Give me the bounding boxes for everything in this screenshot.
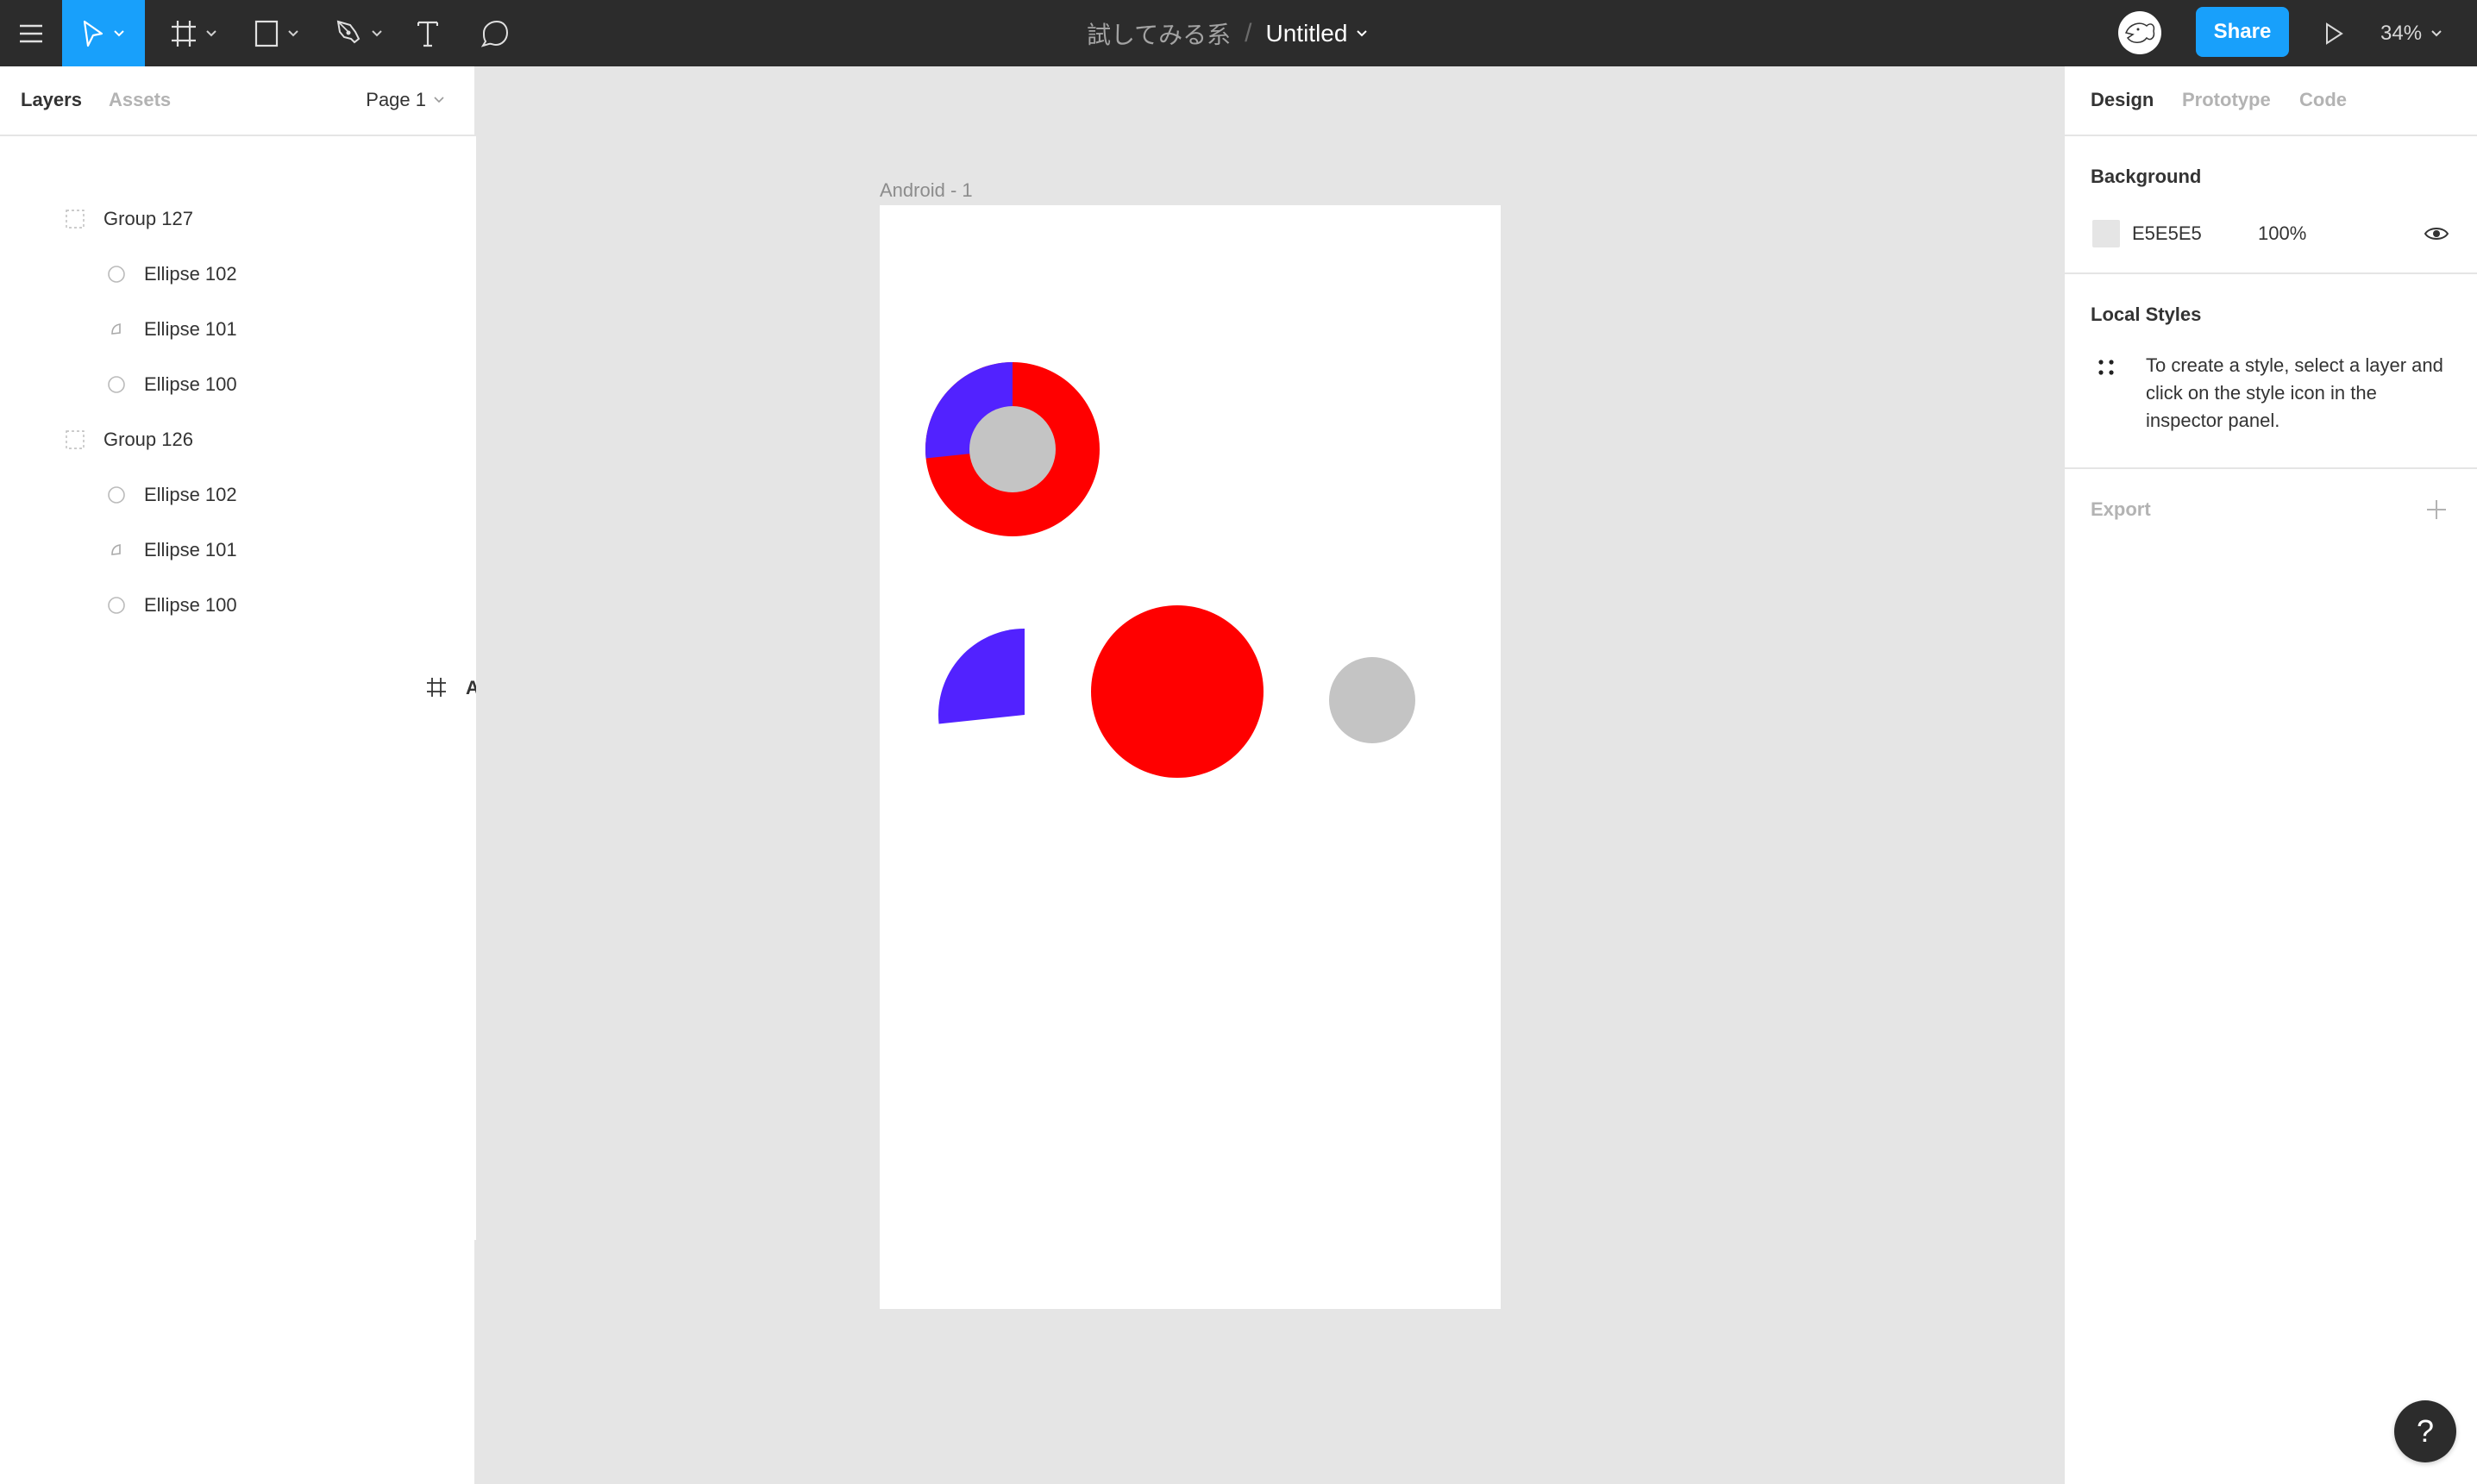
right-panel-tabs: Design Prototype Code (2065, 66, 2477, 136)
arc-icon (105, 539, 128, 561)
play-icon (2326, 22, 2343, 45)
frame-hash-icon (172, 20, 196, 47)
layer-label: Ellipse 102 (144, 263, 237, 285)
text-icon (417, 21, 438, 47)
layer-label: Ellipse 100 (144, 594, 237, 616)
layer-label: Group 127 (103, 208, 193, 229)
layers-panel: Layers Assets Page 1 Android - 1 Group 1… (0, 66, 1025, 1484)
group-126[interactable] (938, 605, 1415, 778)
red-circle-ellipse[interactable] (1091, 605, 1264, 778)
zoom-level-dropdown[interactable]: 34% (2380, 0, 2443, 66)
layer-label: Group 126 (103, 429, 193, 450)
layer-label: Ellipse 101 (144, 539, 237, 560)
layer-row-ellipse-102[interactable]: Ellipse 102 (0, 247, 474, 302)
layer-label: Ellipse 102 (144, 484, 237, 505)
comment-tool-button[interactable] (473, 0, 517, 66)
tab-prototype[interactable]: Prototype (2182, 89, 2271, 111)
chevron-down-icon[interactable] (1356, 29, 1368, 38)
background-title: Background (2091, 166, 2202, 187)
design-panel: Design Prototype Code Background E5E5E5 … (2063, 66, 2477, 1484)
layer-row-ellipse-100[interactable]: Ellipse 100 (0, 357, 474, 412)
group-dashed-icon (64, 208, 86, 230)
tab-assets[interactable]: Assets (109, 89, 171, 111)
project-name[interactable]: 試してみる系 (1087, 16, 1231, 51)
ellipse-icon (105, 263, 128, 285)
hamburger-icon (20, 24, 42, 42)
cursor-arrow-icon (83, 20, 103, 47)
local-styles-section: Local Styles To create a style, select a… (2065, 274, 2477, 469)
tab-layers[interactable]: Layers (21, 89, 82, 111)
ellipse-icon (105, 373, 128, 396)
user-avatar[interactable] (2118, 11, 2161, 54)
ellipse-icon (105, 594, 128, 617)
pen-tool-button[interactable] (328, 0, 392, 66)
layer-row-ellipse-101[interactable]: Ellipse 101 (0, 523, 474, 578)
pen-icon (336, 20, 361, 43)
styles-grid-icon (2098, 360, 2114, 375)
layer-label: Ellipse 100 (144, 373, 237, 395)
gray-circle-ellipse[interactable] (1329, 657, 1415, 743)
background-opacity-input[interactable]: 100% (2258, 222, 2306, 245)
layer-row-group-127[interactable]: Group 127 (0, 191, 474, 247)
arc-icon (105, 318, 128, 341)
layer-row-group-126[interactable]: Group 126 (0, 412, 474, 467)
chevron-down-icon (288, 29, 298, 36)
slice-arc-shape[interactable] (938, 629, 1025, 724)
group-dashed-icon (64, 429, 86, 451)
chevron-down-icon (434, 97, 444, 103)
local-styles-hint: To create a style, select a layer and cl… (2146, 354, 2443, 431)
group-127[interactable] (925, 362, 1100, 536)
file-name[interactable]: Untitled (1266, 20, 1348, 47)
eye-icon[interactable] (2424, 224, 2449, 243)
shape-tool-button[interactable] (247, 0, 307, 66)
chevron-down-icon (372, 29, 382, 36)
help-button[interactable]: ? (2394, 1400, 2456, 1462)
rectangle-icon (254, 20, 279, 47)
export-title: Export (2091, 498, 2151, 520)
layer-row-ellipse-100[interactable]: Ellipse 100 (0, 578, 474, 633)
local-styles-title: Local Styles (2091, 304, 2202, 325)
canvas[interactable]: Android - 1 (476, 66, 2063, 1484)
title-separator: / (1245, 18, 1252, 47)
layer-row-ellipse-101[interactable]: Ellipse 101 (0, 302, 474, 357)
share-button[interactable]: Share (2196, 7, 2289, 57)
chevron-down-icon (206, 29, 216, 36)
layer-row-ellipse-102[interactable]: Ellipse 102 (0, 467, 474, 523)
chevron-down-icon (114, 29, 124, 36)
frame-contents (925, 362, 1415, 778)
fish-avatar-icon (2124, 22, 2155, 43)
file-title: 試してみる系 / Untitled (1087, 0, 1368, 66)
ellipse-icon (105, 484, 128, 506)
layer-label: Ellipse 101 (144, 318, 237, 340)
left-panel-tabs: Layers Assets Page 1 (0, 66, 474, 136)
frame-label[interactable]: Android - 1 (880, 179, 973, 202)
frame-tool-button[interactable] (164, 0, 224, 66)
toolbar: 試してみる系 / Untitled Share 34% (0, 0, 2477, 66)
comment-bubble-icon (481, 20, 509, 47)
main-menu-button[interactable] (0, 0, 62, 66)
chevron-down-icon (2431, 29, 2442, 36)
text-tool-button[interactable] (405, 0, 450, 66)
frame-android-1[interactable] (880, 205, 1501, 1309)
frame-hash-icon (426, 677, 448, 699)
background-color-swatch[interactable] (2092, 220, 2120, 247)
present-button[interactable] (2317, 0, 2351, 66)
background-hex-input[interactable]: E5E5E5 (2132, 222, 2202, 245)
donut-inner-ellipse[interactable] (969, 406, 1056, 492)
page-selector-label: Page 1 (366, 89, 426, 110)
page-selector[interactable]: Page 1 (366, 89, 445, 111)
plus-icon[interactable] (2425, 498, 2448, 521)
move-tool-button[interactable] (62, 0, 145, 66)
tab-code[interactable]: Code (2299, 89, 2347, 111)
tab-design[interactable]: Design (2091, 89, 2154, 111)
background-section: Background E5E5E5 100% (2065, 136, 2477, 274)
export-section: Export (2065, 469, 2477, 555)
zoom-level-value: 34% (2380, 21, 2423, 45)
